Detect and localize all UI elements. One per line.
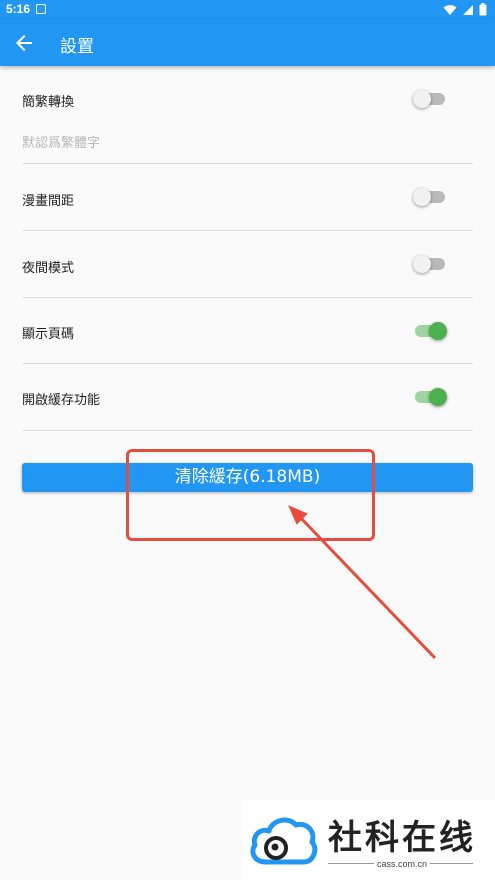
- watermark: 社科在线 cass.com.cn: [242, 800, 495, 880]
- notification-icon: [36, 4, 46, 14]
- night-mode-toggle[interactable]: [413, 255, 445, 273]
- page-title: 設置: [60, 37, 94, 57]
- setting-row-comic-spacing[interactable]: 漫畫間距: [22, 164, 473, 231]
- annotation-highlight-box: [126, 449, 375, 541]
- setting-row-night-mode[interactable]: 夜間模式: [22, 231, 473, 298]
- status-time: 5:16: [6, 2, 31, 16]
- setting-hint: 默認爲繁體字: [22, 136, 101, 151]
- setting-label: 漫畫間距: [22, 194, 75, 209]
- traditional-conversion-toggle[interactable]: [413, 90, 445, 108]
- watermark-domain: cass.com.cn: [374, 859, 431, 869]
- battery-icon: [479, 3, 487, 16]
- settings-list: 簡繁轉換 默認爲繁體字 漫畫間距 夜間模式 顯示頁碼 開啟緩存功能: [22, 66, 473, 431]
- comic-spacing-toggle[interactable]: [413, 188, 445, 206]
- status-bar: 5:16: [0, 0, 495, 20]
- status-icons: [443, 3, 487, 16]
- signal-icon: [463, 4, 473, 15]
- app-bar: 設置: [0, 20, 495, 66]
- wifi-icon: [443, 4, 457, 15]
- setting-row-traditional-conversion[interactable]: 簡繁轉換 默認爲繁體字: [22, 66, 473, 164]
- enable-cache-toggle[interactable]: [415, 388, 447, 406]
- arrow-back-icon[interactable]: [12, 31, 36, 55]
- setting-label: 顯示頁碼: [22, 327, 75, 342]
- show-page-number-toggle[interactable]: [415, 322, 447, 340]
- cloud-logo-icon: [250, 817, 318, 865]
- setting-label: 簡繁轉換: [22, 95, 75, 110]
- watermark-title: 社科在线: [328, 818, 476, 858]
- setting-label: 夜間模式: [22, 261, 75, 276]
- setting-label: 開啟緩存功能: [22, 393, 101, 408]
- setting-row-enable-cache[interactable]: 開啟緩存功能: [22, 364, 473, 431]
- setting-row-show-page-number[interactable]: 顯示頁碼: [22, 298, 473, 364]
